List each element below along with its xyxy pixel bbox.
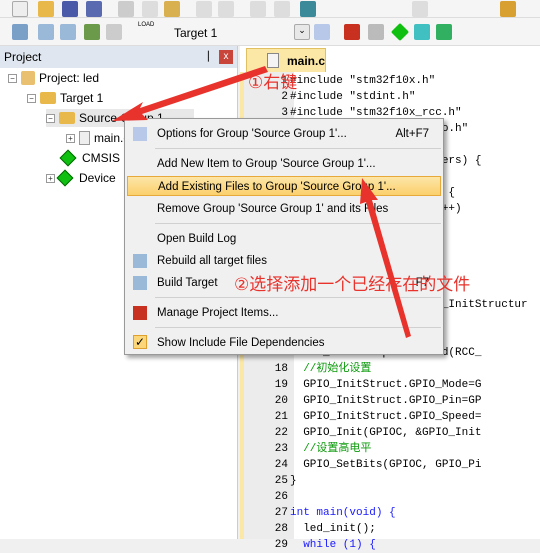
annotation-arrows: [112, 66, 411, 338]
arrow-2: [360, 178, 411, 338]
arrow-1: [112, 66, 268, 121]
code-text: while (1) {: [290, 539, 376, 551]
code-line: 29 while (1) {: [240, 537, 536, 553]
line-number: 29: [274, 539, 288, 551]
